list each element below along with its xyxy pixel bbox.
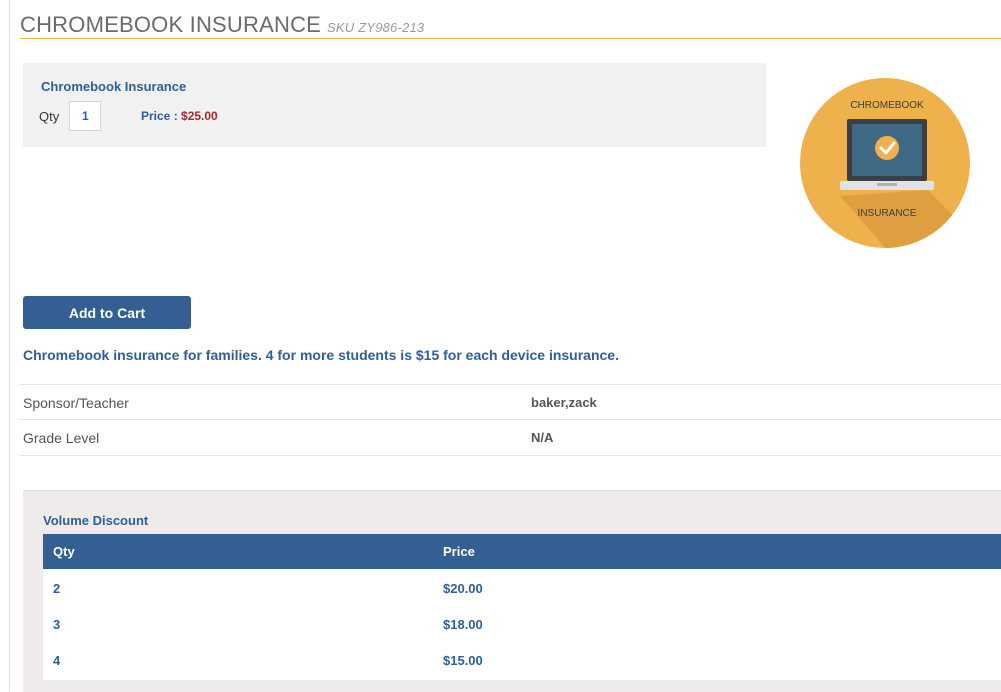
row-qty: 2	[53, 581, 61, 596]
detail-label: Sponsor/Teacher	[23, 395, 129, 411]
add-to-cart-button[interactable]: Add to Cart	[23, 296, 191, 329]
detail-row-sponsor: Sponsor/Teacher baker,zack	[20, 384, 1001, 420]
left-border	[9, 0, 10, 691]
page-title: CHROMEBOOK INSURANCE SKU ZY986-213	[20, 12, 424, 38]
chromebook-insurance-icon: CHROMEBOOK INSURANCE	[800, 78, 970, 248]
qty-label: Qty	[39, 109, 60, 124]
page-header: CHROMEBOOK INSURANCE SKU ZY986-213	[20, 8, 1001, 39]
price-row: Price : $25.00	[141, 109, 218, 123]
column-header-qty: Qty	[53, 544, 75, 559]
row-qty: 4	[53, 653, 61, 668]
table-row: 4 $15.00	[43, 642, 1001, 678]
table-header: Qty Price	[43, 534, 1001, 569]
volume-discount-title: Volume Discount	[43, 513, 149, 528]
row-price: $18.00	[443, 617, 483, 632]
product-description: Chromebook insurance for families. 4 for…	[23, 347, 619, 363]
sku-label: SKU ZY986-213	[327, 20, 425, 35]
qty-input[interactable]	[69, 101, 101, 131]
row-price: $20.00	[443, 581, 483, 596]
volume-discount-table: Qty Price 2 $20.00 3 $18.00 4 $15.00	[43, 534, 1001, 680]
product-image: CHROMEBOOK INSURANCE	[800, 78, 970, 248]
image-bottom-text: INSURANCE	[858, 208, 917, 219]
image-top-text: CHROMEBOOK	[850, 100, 924, 111]
option-name: Chromebook Insurance	[41, 79, 187, 94]
row-qty: 3	[53, 617, 61, 632]
detail-value: N/A	[531, 430, 554, 445]
volume-discount-panel: Volume Discount Qty Price 2 $20.00 3 $18…	[23, 490, 1001, 692]
detail-label: Grade Level	[23, 430, 100, 446]
table-row: 2 $20.00	[43, 570, 1001, 606]
price-value: $25.00	[181, 109, 218, 123]
column-header-price: Price	[443, 544, 475, 559]
price-label: Price :	[141, 109, 178, 123]
row-price: $15.00	[443, 653, 483, 668]
product-option-box: Chromebook Insurance Qty Price : $25.00	[23, 63, 766, 147]
table-row: 3 $18.00	[43, 606, 1001, 642]
product-title: CHROMEBOOK INSURANCE	[20, 12, 322, 37]
detail-value: baker,zack	[531, 395, 597, 410]
detail-row-grade: Grade Level N/A	[20, 419, 1001, 456]
